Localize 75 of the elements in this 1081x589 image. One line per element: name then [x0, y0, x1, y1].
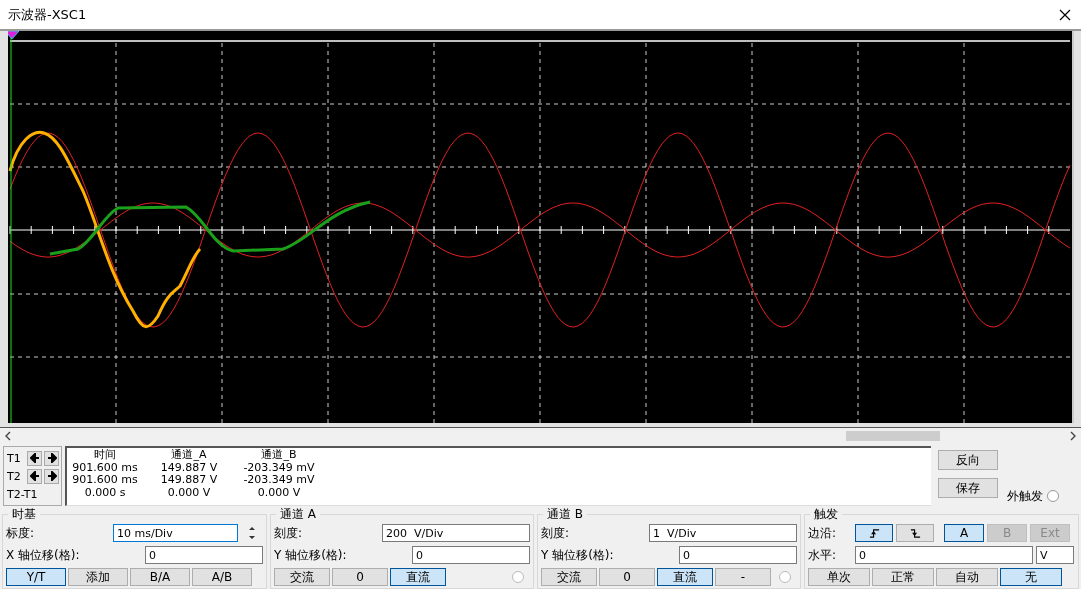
- right-arrow-icon: [46, 471, 57, 481]
- action-button[interactable]: 保存: [938, 478, 998, 498]
- cursor-label: T2-T1: [7, 487, 38, 501]
- trigger-mode-button[interactable]: 正常: [872, 567, 934, 586]
- table-cell-text: 0.000 s: [83, 486, 127, 499]
- mode-button[interactable]: B/A: [130, 567, 190, 586]
- arrow-button[interactable]: [27, 450, 42, 466]
- column-header: 时间: [93, 449, 117, 462]
- edge-button[interactable]: [896, 524, 934, 542]
- scroll-right-icon[interactable]: [1069, 431, 1077, 441]
- coupling-button[interactable]: -: [715, 567, 771, 586]
- coupling-button[interactable]: 交流: [274, 567, 330, 586]
- action-button[interactable]: 反向: [938, 450, 998, 470]
- column-header: 通道_B: [260, 449, 298, 462]
- field-label: 刻度:: [541, 524, 571, 542]
- mode-button[interactable]: Y/T: [6, 567, 66, 586]
- input-field[interactable]: 0: [412, 546, 530, 564]
- coupling-button[interactable]: 0: [599, 567, 655, 586]
- cursor-label: T1: [7, 451, 22, 465]
- group-title: 时基: [11, 506, 37, 523]
- coupling-button[interactable]: 交流: [541, 567, 597, 586]
- scroll-left-icon[interactable]: [4, 431, 12, 441]
- source-button[interactable]: A: [944, 524, 984, 542]
- mode-button[interactable]: A/B: [192, 567, 252, 586]
- mode-button[interactable]: 添加: [68, 567, 128, 586]
- field-label: 标度:: [6, 524, 36, 542]
- left-arrow-icon: [29, 471, 40, 481]
- table-cell-text: 149.887 V: [159, 474, 219, 487]
- input-field[interactable]: 1 V/Div: [649, 524, 797, 542]
- close-icon[interactable]: [1059, 8, 1071, 21]
- field-label: Y 轴位移(格):: [274, 546, 348, 564]
- column-header: 通道_A: [170, 449, 208, 462]
- edge-button[interactable]: [855, 524, 893, 542]
- input-field[interactable]: 0: [855, 546, 1033, 564]
- scrollbar-thumb[interactable]: [846, 431, 940, 441]
- cursor-label: T2: [7, 469, 22, 483]
- arrow-button[interactable]: [44, 450, 59, 466]
- coupling-button[interactable]: 直流: [657, 567, 713, 586]
- table-cell-text: 0.000 V: [256, 486, 302, 499]
- table-cell-text: -203.349 mV: [242, 461, 316, 474]
- group-title: 触发: [813, 506, 839, 523]
- group-title: 通道 A: [279, 506, 318, 523]
- falling-edge-icon: [909, 527, 921, 539]
- trigger-mode-button[interactable]: 无: [1000, 567, 1062, 586]
- right-arrow-icon: [46, 453, 57, 463]
- input-field[interactable]: 200 V/Div: [382, 524, 530, 542]
- radio-button[interactable]: [512, 570, 524, 583]
- table-cell-text: 901.600 ms: [71, 474, 139, 487]
- field-label: 刻度:: [274, 524, 304, 542]
- coupling-button[interactable]: 0: [332, 567, 388, 586]
- coupling-button[interactable]: 直流: [390, 567, 446, 586]
- arrow-button[interactable]: [44, 468, 59, 484]
- radio-button[interactable]: [1047, 490, 1059, 502]
- arrow-button[interactable]: [27, 468, 42, 484]
- input-field[interactable]: 10 ms/Div: [113, 524, 238, 542]
- table-cell-text: 149.887 V: [159, 461, 219, 474]
- window-title: 示波器-XSC1: [8, 5, 87, 24]
- field-label: X 轴位移(格):: [6, 546, 81, 564]
- left-arrow-icon: [29, 453, 40, 463]
- group-title: 通道 B: [546, 506, 585, 523]
- unit-field[interactable]: V: [1036, 546, 1074, 564]
- cursor-marker-icon[interactable]: [8, 31, 20, 40]
- table-cell-text: 901.600 ms: [71, 461, 139, 474]
- trigger-mode-button[interactable]: 单次: [808, 567, 870, 586]
- radio-button[interactable]: [779, 570, 791, 583]
- field-label: Y 轴位移(格):: [541, 546, 615, 564]
- table-cell-text: -203.349 mV: [242, 474, 316, 487]
- trigger-mode-button[interactable]: 自动: [936, 567, 998, 586]
- field-label: 边沿:: [808, 524, 838, 542]
- rising-edge-icon: [868, 527, 880, 539]
- table-cell-text: 0.000 V: [166, 486, 212, 499]
- external-trigger-label: 外触发: [1007, 487, 1043, 505]
- field-label: 水平:: [808, 546, 838, 564]
- input-field[interactable]: 0: [145, 546, 263, 564]
- input-field[interactable]: 0: [679, 546, 797, 564]
